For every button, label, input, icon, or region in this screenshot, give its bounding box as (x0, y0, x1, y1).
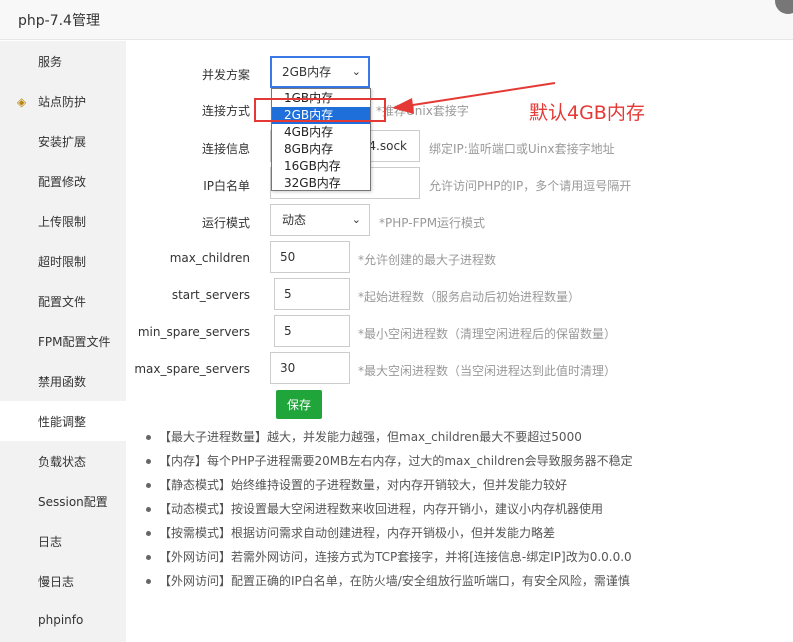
arrowhead-icon (392, 98, 414, 114)
annotation-arrow (392, 82, 556, 114)
annotation-text: 默认4GB内存 (529, 102, 645, 124)
